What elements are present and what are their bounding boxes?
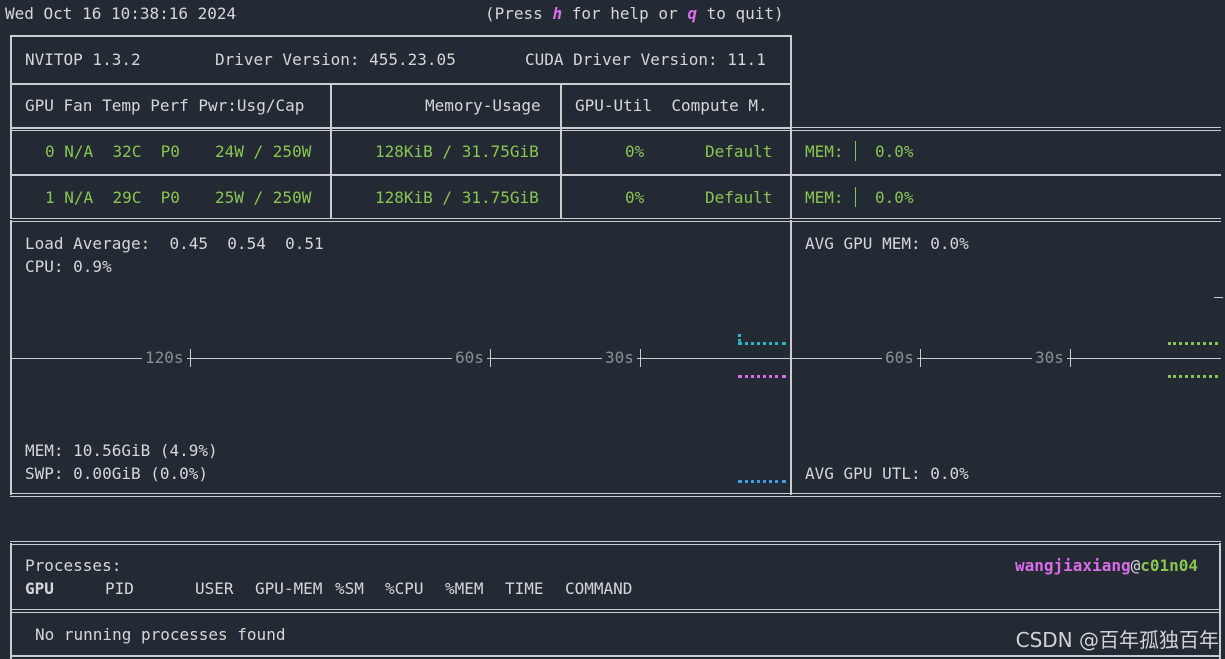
- col-user: USER: [195, 579, 234, 598]
- col-time: TIME: [505, 579, 544, 598]
- cuda-version: CUDA Driver Version: 11.1: [525, 50, 766, 69]
- processes-title: Processes:: [25, 556, 122, 575]
- axis-tick: [1070, 349, 1071, 367]
- help-prefix: (Press: [485, 4, 553, 23]
- gpu-axis-60s: 60s: [882, 348, 917, 368]
- gpu-id: 1: [45, 188, 55, 207]
- watermark: CSDN @百年孤独百年: [1015, 628, 1219, 652]
- divider: [330, 83, 332, 129]
- quit-key: q: [687, 4, 697, 23]
- at-sign: @: [1130, 556, 1141, 575]
- help-suffix: to quit): [696, 4, 784, 23]
- gpu-time-axis: [792, 358, 1221, 359]
- gpu-axis-30s: 30s: [1032, 348, 1067, 368]
- gpu-row-1-util: 0%: [625, 188, 645, 207]
- col-mem: %MEM: [445, 579, 484, 598]
- divider: [1219, 543, 1221, 659]
- gpu-perf: P0: [160, 142, 180, 161]
- axis-tick: [490, 349, 491, 367]
- divider: [10, 174, 1221, 176]
- gpu-id: 0: [45, 142, 55, 161]
- help-mid: for help or: [562, 4, 688, 23]
- mem-bar-tick: [855, 141, 856, 161]
- gpu-row-0-mem-label: MEM:: [805, 142, 844, 161]
- nvitop-version: NVITOP 1.3.2: [25, 50, 141, 69]
- header-gpu-cols: GPU Fan Temp Perf Pwr:Usg/Cap: [25, 96, 305, 115]
- driver-version: Driver Version: 455.23.05: [215, 50, 456, 69]
- header-memory-usage: Memory-Usage: [425, 96, 541, 115]
- gpu-row-1-power: 25W / 250W: [215, 188, 312, 207]
- gpu-row-0-power: 24W / 250W: [215, 142, 312, 161]
- gpu-util-history-line: [1168, 375, 1218, 378]
- host-axis-30s: 30s: [602, 348, 637, 368]
- divider: [10, 543, 12, 659]
- divider: [10, 218, 1221, 222]
- divider: [10, 127, 1221, 131]
- gpu-row-0-memory: 128KiB / 31.75GiB: [375, 142, 539, 161]
- host-time-axis: [12, 358, 790, 359]
- gpu-row-0-util: 0%: [625, 142, 645, 161]
- divider: [560, 83, 562, 129]
- divider: [10, 655, 1221, 657]
- hostname: c01n04: [1140, 556, 1199, 575]
- no-processes-message: No running processes found: [35, 625, 286, 644]
- cpu-history-spike: [738, 334, 744, 342]
- user-host: wangjiaxiang@c01n04: [1015, 556, 1198, 576]
- col-command: COMMAND: [565, 579, 633, 598]
- col-sm: %SM: [335, 579, 364, 598]
- username: wangjiaxiang: [1015, 556, 1131, 575]
- mem-history-line: [738, 375, 786, 378]
- load-average-label: Load Average:: [25, 234, 151, 253]
- swap-usage: SWP: 0.00GiB (0.0%): [25, 464, 209, 483]
- gpu-row-0-compute: Default: [705, 142, 773, 161]
- axis-tick: [190, 349, 191, 367]
- gpu-row-1-id: 1 N/A 29C P0: [45, 188, 180, 208]
- load-avg-1: 0.45: [169, 234, 209, 253]
- divider: [10, 541, 1221, 545]
- swap-history-line: [738, 480, 786, 483]
- gpu-fan: N/A: [64, 142, 94, 161]
- load-average: Load Average: 0.45 0.54 0.51: [25, 234, 324, 254]
- gpu-perf: P0: [160, 188, 180, 207]
- host-axis-60s: 60s: [452, 348, 487, 368]
- gpu-row-1-mem-label: MEM:: [805, 188, 844, 207]
- gpu-temp: 32C: [112, 142, 142, 161]
- cpu-history-line: [738, 342, 786, 345]
- col-gpu-mem: GPU-MEM: [255, 579, 323, 598]
- divider: [10, 493, 1221, 497]
- host-mem-usage: MEM: 10.56GiB (4.9%): [25, 441, 218, 460]
- avg-gpu-mem: AVG GPU MEM: 0.0%: [805, 234, 969, 253]
- mem-bar-tick: [855, 187, 856, 207]
- header-util-compute: GPU-Util Compute M.: [575, 96, 768, 115]
- gpu-row-1-compute: Default: [705, 188, 773, 207]
- col-pid: PID: [105, 579, 134, 598]
- divider: [10, 609, 1221, 613]
- datetime: Wed Oct 16 10:38:16 2024: [5, 4, 237, 23]
- load-avg-15: 0.51: [285, 234, 324, 253]
- col-gpu: GPU: [25, 579, 54, 598]
- gpu-mem-history-line: [1168, 342, 1218, 345]
- axis-tick: [640, 349, 641, 367]
- col-cpu: %CPU: [385, 579, 424, 598]
- help-hint: (Press h for help or q to quit): [485, 4, 784, 24]
- load-avg-5: 0.54: [227, 234, 266, 253]
- gpu-row-1-mem-pct: 0.0%: [875, 188, 914, 207]
- avg-gpu-util: AVG GPU UTL: 0.0%: [805, 464, 969, 483]
- gpu-row-1-memory: 128KiB / 31.75GiB: [375, 188, 539, 207]
- gpu-fan: N/A: [64, 188, 94, 207]
- gpu-row-0-mem-pct: 0.0%: [875, 142, 914, 161]
- help-key: h: [552, 4, 563, 23]
- gpu-row-0-id: 0 N/A 32C P0: [45, 142, 180, 162]
- host-axis-120s: 120s: [142, 348, 187, 368]
- axis-tick: [920, 349, 921, 367]
- axis-marker: [1214, 297, 1223, 298]
- gpu-temp: 29C: [112, 188, 142, 207]
- cpu-usage: CPU: 0.9%: [25, 257, 112, 276]
